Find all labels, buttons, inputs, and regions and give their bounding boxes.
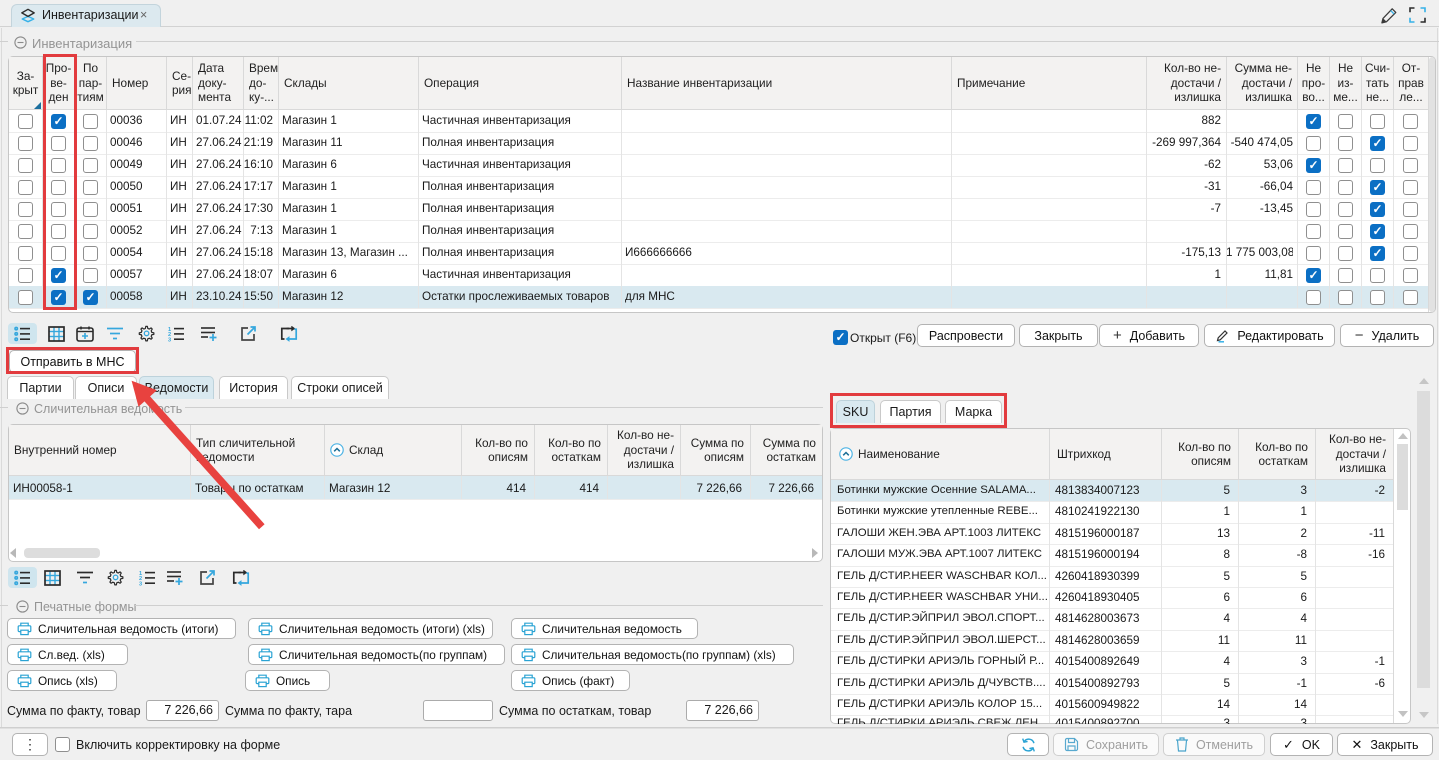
svg-text:3: 3 <box>139 582 142 586</box>
svg-text:3: 3 <box>168 338 171 342</box>
